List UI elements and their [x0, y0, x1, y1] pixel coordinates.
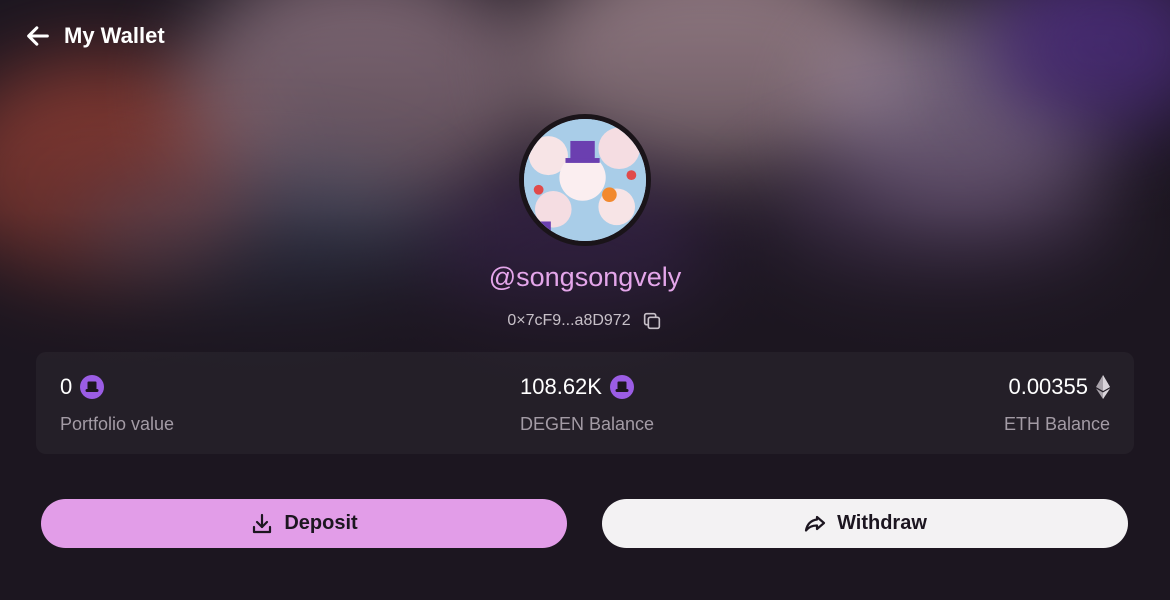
- degen-stat: 108.62K DEGEN Balance: [520, 374, 654, 435]
- portfolio-value: 0: [60, 374, 73, 399]
- header-back-link[interactable]: My Wallet: [24, 22, 165, 50]
- arrow-left-icon[interactable]: [24, 22, 52, 50]
- portfolio-stat: 0 Portfolio value: [60, 374, 174, 435]
- wallet-address: 0×7cF9...a8D972: [507, 312, 631, 329]
- page-title: My Wallet: [64, 23, 165, 48]
- eth-balance-value: 0.00355: [1008, 374, 1088, 399]
- eth-icon: [1096, 375, 1110, 399]
- avatar: [519, 114, 651, 246]
- eth-stat: 0.00355 ETH Balance: [1004, 374, 1110, 435]
- copy-icon[interactable]: [641, 310, 663, 332]
- degen-hat-icon: [609, 375, 634, 399]
- share-arrow-icon: [804, 515, 826, 532]
- portfolio-label: Portfolio value: [60, 414, 175, 434]
- degen-balance-label: DEGEN Balance: [520, 414, 655, 434]
- degen-balance-value: 108.62K: [520, 374, 602, 399]
- eth-balance-label: ETH Balance: [1003, 414, 1110, 434]
- balances-panel: 0 Portfolio value 108.62K DEGEN Balance …: [36, 352, 1134, 454]
- withdraw-label: Withdraw: [837, 512, 927, 534]
- download-icon: [253, 513, 272, 533]
- deposit-label: Deposit: [284, 512, 358, 534]
- deposit-button[interactable]: Deposit: [41, 499, 567, 548]
- wallet-address-row: 0×7cF9...a8D972: [0, 310, 1170, 332]
- withdraw-button[interactable]: Withdraw: [602, 499, 1128, 548]
- username: @songsongvely: [488, 262, 682, 292]
- degen-hat-icon: [80, 375, 105, 399]
